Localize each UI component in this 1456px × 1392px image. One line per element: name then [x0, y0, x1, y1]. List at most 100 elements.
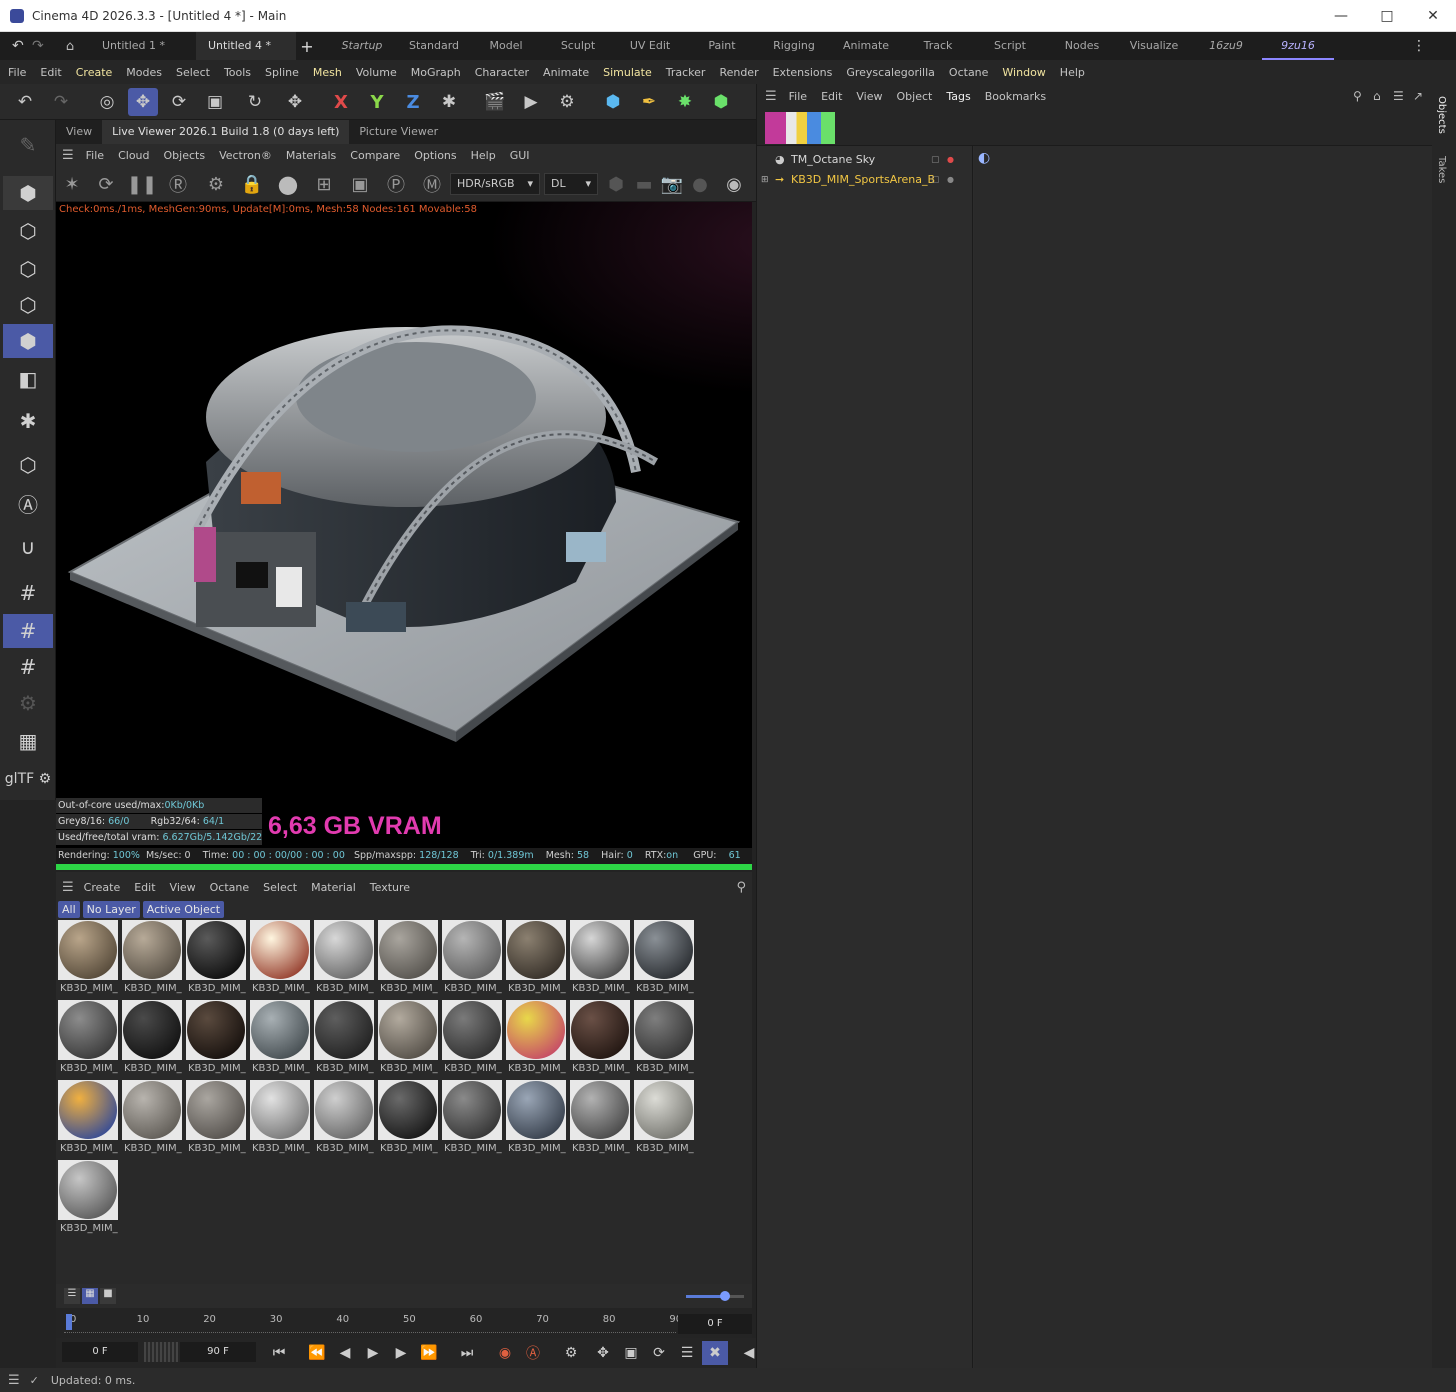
settings-gear-icon[interactable]: ⚙: [3, 686, 53, 720]
material-thumbnail[interactable]: KB3D_MIM_: [314, 1080, 374, 1158]
viewer-tab-2[interactable]: Picture Viewer: [349, 120, 448, 144]
material-thumbnail[interactable]: KB3D_MIM_: [122, 920, 182, 998]
filter-1[interactable]: No Layer: [82, 901, 140, 918]
menu-file[interactable]: File: [8, 66, 26, 79]
menu-animate[interactable]: Animate: [543, 66, 589, 79]
material-thumbnail[interactable]: KB3D_MIM_: [58, 920, 118, 998]
z-axis-toggle[interactable]: Z: [398, 88, 428, 116]
menu-edit[interactable]: Edit: [40, 66, 61, 79]
menu-mograph[interactable]: MoGraph: [411, 66, 461, 79]
mat-menu-material[interactable]: Material: [311, 881, 356, 894]
uv-mode-icon[interactable]: ◧: [3, 362, 53, 396]
material-thumbnail[interactable]: KB3D_MIM_: [442, 1080, 502, 1158]
live-selection-icon[interactable]: ◎: [92, 88, 122, 116]
lv-menu-1[interactable]: Cloud: [118, 149, 149, 162]
grid-snap-icon[interactable]: #: [3, 576, 53, 610]
layout-tab-script[interactable]: Script: [974, 32, 1046, 60]
home-icon[interactable]: ⌂: [1373, 89, 1381, 103]
film-region-icon[interactable]: ▣: [346, 170, 374, 198]
settings-icon[interactable]: ⚙: [202, 170, 230, 198]
thumbnail-size-slider[interactable]: [686, 1291, 744, 1301]
lv-menu-5[interactable]: Compare: [350, 149, 400, 162]
filter-icon[interactable]: ☰: [1393, 89, 1404, 103]
material-thumbnail[interactable]: KB3D_MIM_: [122, 1080, 182, 1158]
material-thumbnail[interactable]: KB3D_MIM_: [250, 920, 310, 998]
material-thumbnail[interactable]: KB3D_MIM_: [58, 1160, 118, 1238]
material-thumbnail[interactable]: KB3D_MIM_: [378, 1000, 438, 1078]
pause-icon[interactable]: ❚❚: [127, 170, 157, 198]
layout-tab-rigging[interactable]: Rigging: [758, 32, 830, 60]
current-frame-field[interactable]: 0 F: [678, 1314, 752, 1334]
new-tab-icon[interactable]: +: [296, 37, 318, 56]
material-thumbnail[interactable]: KB3D_MIM_: [58, 1000, 118, 1078]
animation-mode-icon[interactable]: Ⓐ: [3, 486, 53, 520]
material-thumbnail[interactable]: KB3D_MIM_: [122, 1000, 182, 1078]
kernel-select[interactable]: DL ▾: [544, 173, 598, 195]
scale-tool-icon[interactable]: ▣: [200, 88, 230, 116]
axis-mode-icon[interactable]: ✱: [3, 404, 53, 438]
mat-menu-edit[interactable]: Edit: [134, 881, 155, 894]
filter-0[interactable]: All: [58, 901, 80, 918]
object-mode-icon[interactable]: ⬡: [3, 448, 53, 482]
menu-tracker[interactable]: Tracker: [666, 66, 706, 79]
material-thumbnail[interactable]: KB3D_MIM_: [506, 920, 566, 998]
render-dot-icon[interactable]: ●: [947, 150, 954, 170]
search-icon[interactable]: ⚲: [736, 880, 746, 895]
material-thumbnail[interactable]: KB3D_MIM_: [378, 1080, 438, 1158]
object-row-sportsarena[interactable]: ⊞ ➞ KB3D_MIM_SportsArena_B ▢ ●: [757, 170, 973, 190]
new-window-icon[interactable]: ↗: [1413, 89, 1423, 103]
visibility-icon[interactable]: ▢: [931, 170, 940, 190]
close-button[interactable]: ✕: [1410, 0, 1456, 32]
doc-tab-untitled-4[interactable]: Untitled 4 *: [196, 32, 296, 60]
object-row-octane-sky[interactable]: ◕ TM_Octane Sky ▢ ●: [757, 150, 973, 170]
search-icon[interactable]: ⚲: [1353, 89, 1362, 103]
lock-icon[interactable]: 🔒: [238, 170, 266, 198]
material-thumbnail[interactable]: KB3D_MIM_: [634, 920, 694, 998]
transform-icon[interactable]: ✥: [280, 88, 310, 116]
play-icon[interactable]: ▶: [360, 1341, 386, 1365]
lv-menu-4[interactable]: Materials: [286, 149, 336, 162]
viewer-tab-0[interactable]: View: [56, 120, 102, 144]
key-position-icon[interactable]: ✥: [590, 1341, 616, 1365]
menu-volume[interactable]: Volume: [356, 66, 397, 79]
lv-menu-6[interactable]: Options: [414, 149, 456, 162]
region-render-icon[interactable]: Ⓡ: [164, 170, 192, 198]
texture-mode-icon[interactable]: ⬡: [3, 214, 53, 248]
undo-icon[interactable]: ↶: [10, 88, 40, 116]
material-thumbnail[interactable]: KB3D_MIM_: [250, 1080, 310, 1158]
material-ball-icon[interactable]: ●: [274, 170, 302, 198]
key-settings-icon[interactable]: ⚙: [558, 1341, 584, 1365]
mat-menu-texture[interactable]: Texture: [370, 881, 410, 894]
render-viewport[interactable]: Check:0ms./1ms, MeshGen:90ms, Update[M]:…: [56, 202, 752, 848]
hamburger-icon[interactable]: ☰: [8, 1373, 20, 1388]
playhead[interactable]: [66, 1314, 72, 1330]
grid-view-icon[interactable]: ▦: [82, 1288, 98, 1304]
gltf-export-button[interactable]: glTF ⚙: [3, 762, 53, 796]
end-frame-field[interactable]: 90 F: [180, 1342, 256, 1362]
grid-auto-icon[interactable]: #: [3, 650, 53, 684]
layout-tab-sculpt[interactable]: Sculpt: [542, 32, 614, 60]
material-thumbnail[interactable]: KB3D_MIM_: [186, 1080, 246, 1158]
menu-extensions[interactable]: Extensions: [773, 66, 833, 79]
hexagon-icon[interactable]: ⬢: [602, 170, 630, 198]
key-scale-icon[interactable]: ▣: [618, 1341, 644, 1365]
lv-menu-2[interactable]: Objects: [164, 149, 206, 162]
material-thumbnail[interactable]: KB3D_MIM_: [378, 920, 438, 998]
focus-pick-icon[interactable]: Ⓟ: [382, 170, 410, 198]
restart-render-icon[interactable]: ✶: [58, 170, 86, 198]
menu-render[interactable]: Render: [719, 66, 758, 79]
next-frame-icon[interactable]: ▶: [388, 1341, 414, 1365]
move-tool-icon[interactable]: ✥: [128, 88, 158, 116]
deformer-icon[interactable]: ⬢: [706, 88, 736, 116]
menu-character[interactable]: Character: [475, 66, 529, 79]
x-axis-toggle[interactable]: X: [326, 88, 356, 116]
generator-icon[interactable]: ✸: [670, 88, 700, 116]
autokey-icon[interactable]: Ⓐ: [520, 1341, 546, 1365]
layout-tab-9zu16[interactable]: 9zu16: [1262, 32, 1334, 60]
material-thumbnail[interactable]: KB3D_MIM_: [442, 920, 502, 998]
range-slider[interactable]: [144, 1342, 178, 1362]
minimize-button[interactable]: —: [1318, 0, 1364, 32]
render-picture-viewer-icon[interactable]: ▶: [516, 88, 546, 116]
material-pick-icon[interactable]: Ⓜ: [418, 170, 446, 198]
prev-key-icon[interactable]: ⏪: [304, 1341, 330, 1365]
